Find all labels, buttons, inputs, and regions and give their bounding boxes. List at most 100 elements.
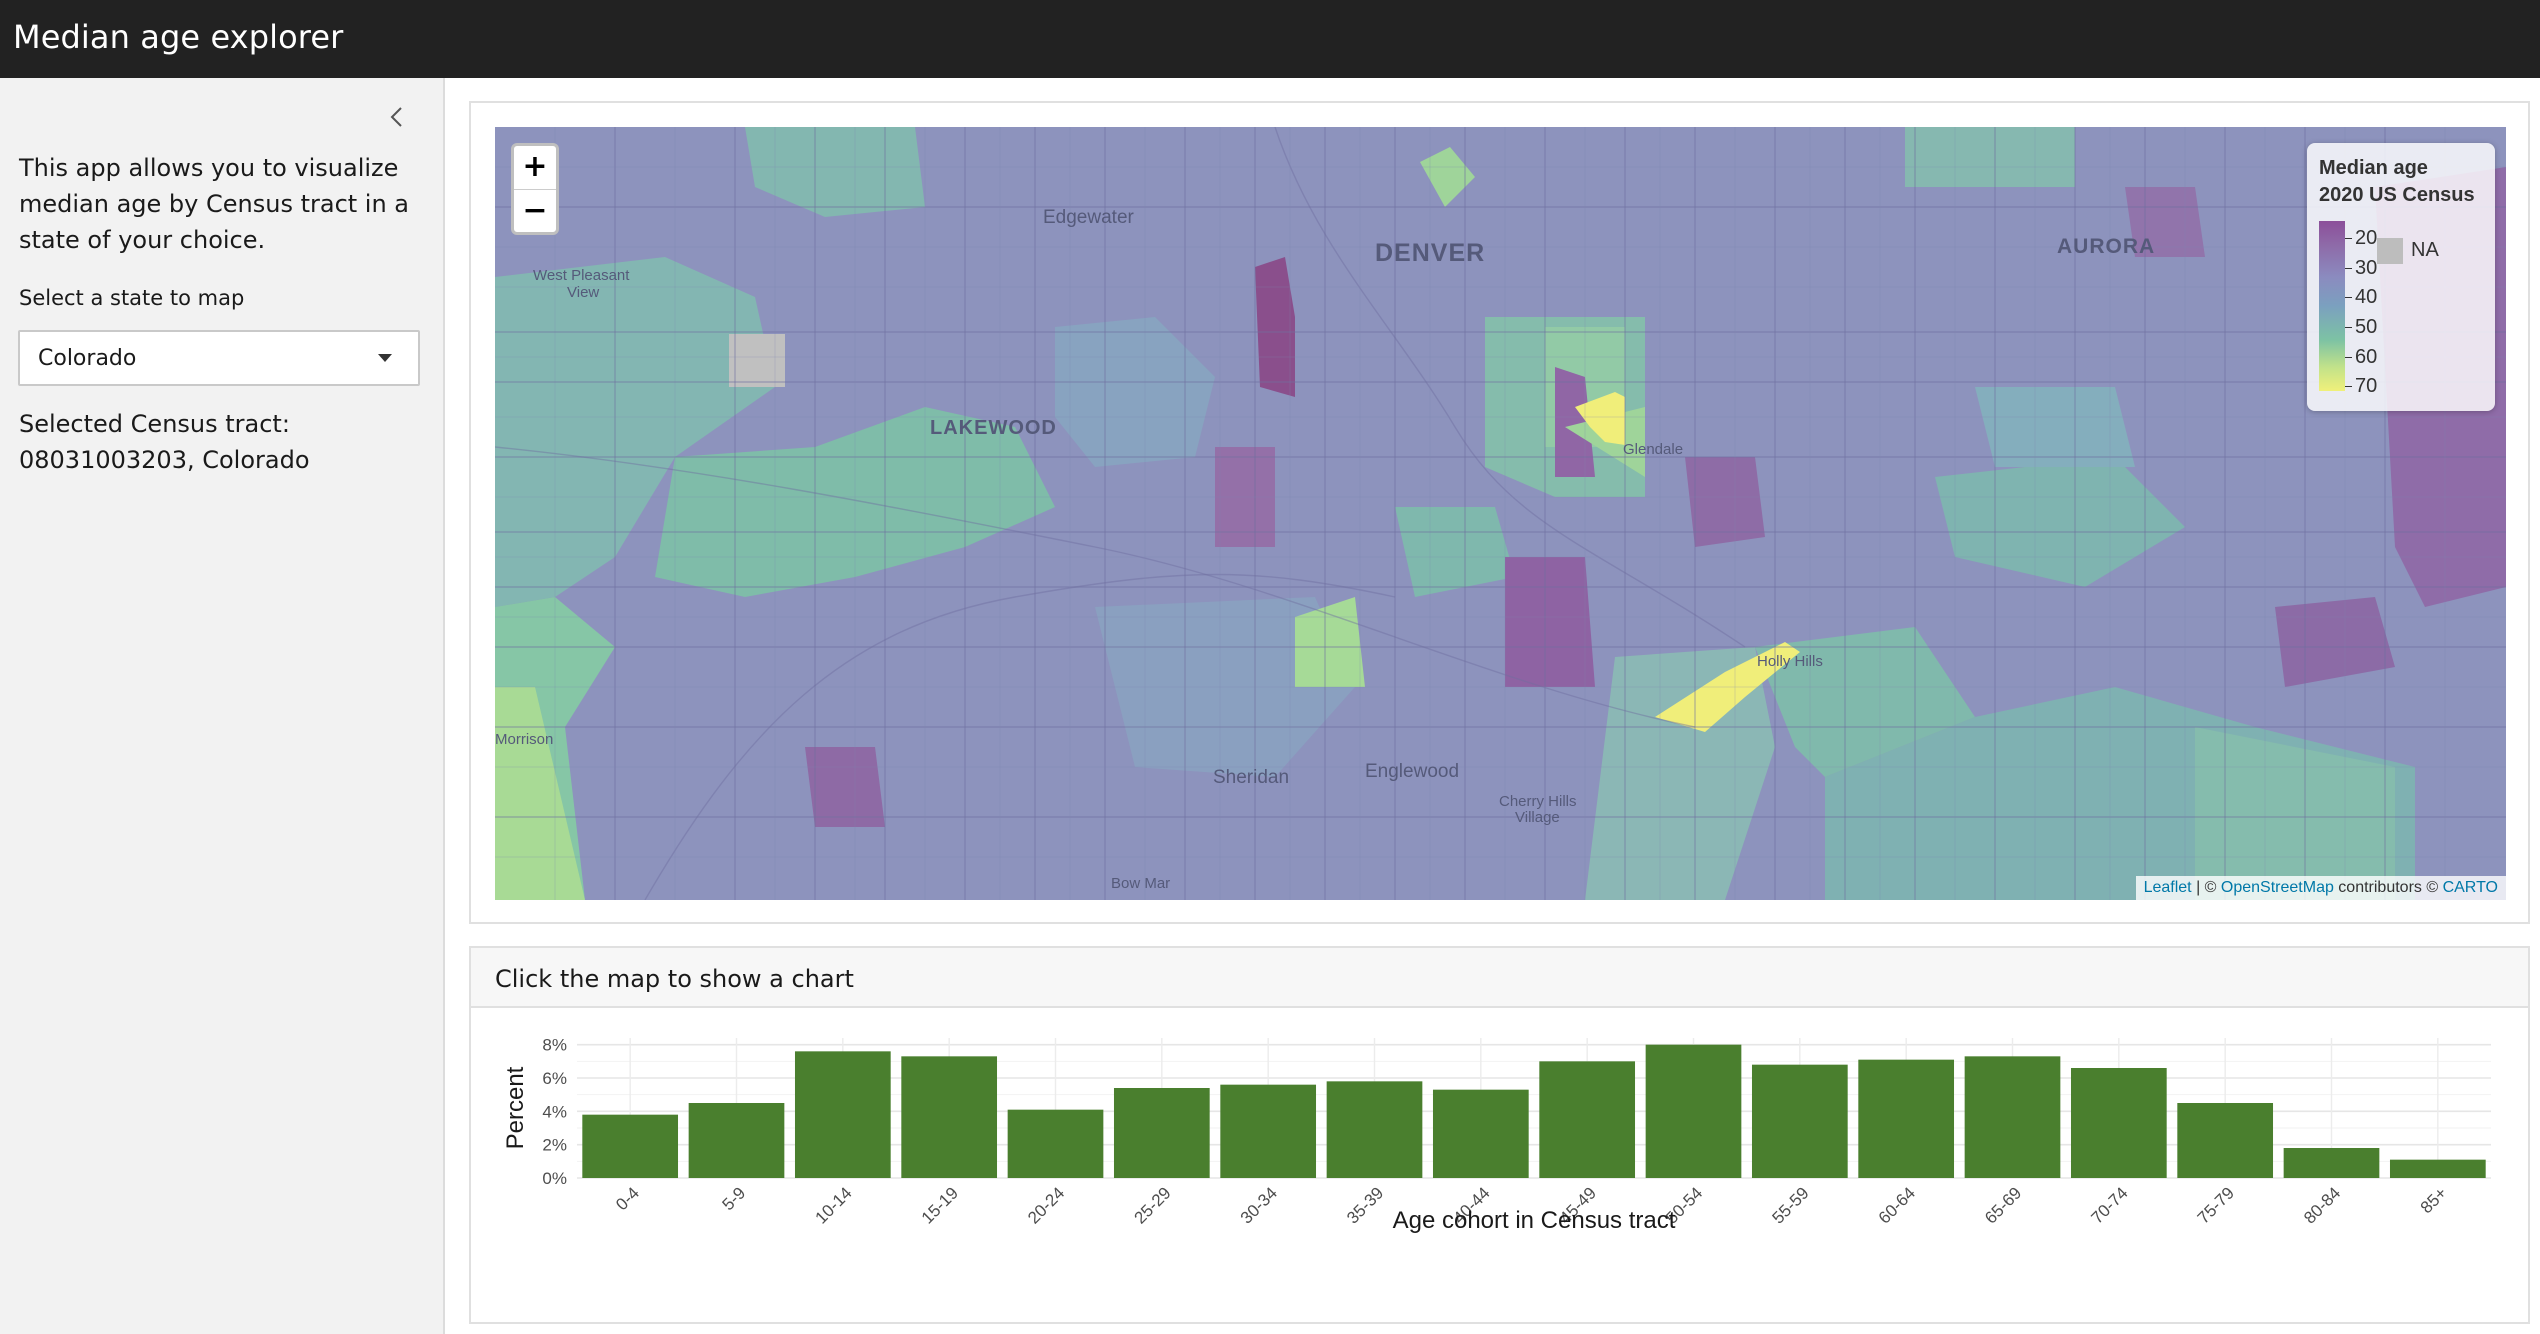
x-tick-label: 5-9 — [719, 1183, 750, 1214]
leaflet-link[interactable]: Leaflet — [2144, 879, 2192, 896]
bar — [688, 1103, 785, 1178]
legend-tick: 50 — [2345, 316, 2377, 338]
bar — [1751, 1064, 1848, 1178]
map-label-lakewood: LAKEWOOD — [930, 417, 1057, 439]
selected-tract: Selected Census tract: 08031003203, Colo… — [19, 406, 419, 478]
map-label-village: Village — [1515, 809, 1560, 826]
legend-title-line2: 2020 US Census — [2319, 184, 2475, 206]
bar — [1858, 1059, 1955, 1178]
x-tick-label: 75-79 — [2194, 1183, 2238, 1227]
legend-tick: 20 — [2345, 227, 2377, 249]
map-label-englewood: Englewood — [1365, 761, 1460, 782]
legend-tick: 30 — [2345, 257, 2377, 279]
age-cohort-bar-chart: 0% 2% 4% 6% 8% 0-4 5-9 10-14 15-19 20-24 25-29 30-3… — [502, 1036, 2491, 1234]
chart-card-header: Click the map to show a chart — [471, 948, 2528, 1008]
map-label-view: View — [567, 284, 600, 301]
selected-tract-value: 08031003203, Colorado — [19, 446, 310, 474]
bar — [582, 1114, 679, 1178]
map-label-west-pleasant: West Pleasant — [533, 267, 630, 284]
legend-tick-label: 20 — [2355, 227, 2378, 249]
bar — [2070, 1068, 2167, 1178]
bar — [1964, 1056, 2061, 1178]
map-region — [1905, 127, 2075, 187]
caret-down-icon — [378, 354, 392, 362]
bar — [2283, 1148, 2380, 1178]
navbar: Median age explorer — [0, 0, 2540, 78]
map-label-cherry-hills: Cherry Hills — [1499, 793, 1577, 810]
carto-link[interactable]: CARTO — [2443, 879, 2498, 896]
bar — [1220, 1084, 1317, 1178]
map-tiles[interactable] — [495, 127, 2506, 900]
legend-title-line1: Median age — [2319, 157, 2428, 179]
legend-na-swatch — [2377, 238, 2403, 264]
x-tick-label: 20-24 — [1024, 1183, 1068, 1227]
x-axis-title: Age cohort in Census tract — [1393, 1207, 1676, 1234]
sidebar-collapse-button[interactable] — [380, 100, 414, 134]
x-tick-label: 55-59 — [1768, 1183, 1812, 1227]
x-tick-label: 65-69 — [1981, 1183, 2025, 1227]
openstreetmap-link[interactable]: OpenStreetMap — [2221, 879, 2334, 896]
y-tick-label: 8% — [542, 1036, 567, 1055]
map-label-aurora: AURORA — [2057, 235, 2156, 258]
x-tick-label: 85+ — [2417, 1183, 2451, 1217]
bar — [794, 1051, 891, 1178]
legend-na-label: NA — [2411, 239, 2439, 261]
selected-tract-label: Selected Census tract: — [19, 410, 290, 438]
y-tick-label: 2% — [542, 1136, 567, 1155]
bar — [1113, 1088, 1210, 1178]
y-axis-title: Percent — [502, 1066, 529, 1149]
x-tick-label: 35-39 — [1343, 1183, 1387, 1227]
legend-tick: 40 — [2345, 286, 2377, 308]
legend-tick: 70 — [2345, 375, 2377, 397]
zoom-control: + − — [511, 143, 559, 235]
map-region — [1975, 387, 2135, 467]
map-card: Edgewater DENVER AURORA West Pleasant Vi… — [469, 101, 2530, 924]
sidebar: This app allows you to visualize median … — [0, 78, 445, 1334]
intro-text: This app allows you to visualize median … — [19, 154, 410, 254]
map-attribution: Leaflet | © OpenStreetMap contributors ©… — [2135, 876, 2506, 900]
zoom-in-button[interactable]: + — [514, 146, 556, 189]
bar — [1326, 1081, 1423, 1178]
legend-tick: 60 — [2345, 346, 2377, 368]
map-label-edgewater: Edgewater — [1043, 207, 1134, 228]
x-tick-label: 15-19 — [918, 1183, 962, 1227]
x-tick-label: 30-34 — [1237, 1183, 1281, 1227]
bar — [1539, 1061, 1636, 1178]
bar — [1007, 1109, 1104, 1178]
legend-tick-label: 50 — [2355, 316, 2378, 338]
state-select-value: Colorado — [38, 346, 137, 371]
map-label-holly-hills: Holly Hills — [1757, 653, 1823, 670]
state-select-label: Select a state to map — [19, 286, 245, 310]
map-region — [1685, 457, 1765, 547]
zoom-out-button[interactable]: − — [514, 189, 556, 232]
x-tick-label: 0-4 — [612, 1183, 643, 1214]
app-title: Median age explorer — [13, 18, 344, 56]
x-tick-label: 60-64 — [1875, 1183, 1919, 1227]
map-label-sheridan: Sheridan — [1213, 767, 1290, 788]
bar — [2389, 1159, 2486, 1178]
legend-tick-label: 30 — [2355, 257, 2378, 279]
choropleth-map[interactable]: Edgewater DENVER AURORA West Pleasant Vi… — [495, 127, 2506, 900]
legend-color-ramp — [2319, 221, 2345, 391]
chart-card: Click the map to show a chart 0% 2% 4% 6% 8%… — [469, 946, 2530, 1324]
y-tick-label: 6% — [542, 1069, 567, 1088]
map-label-bow-mar: Bow Mar — [1111, 875, 1171, 892]
bar — [1645, 1044, 1742, 1178]
chevron-left-icon — [390, 107, 402, 127]
map-region — [1505, 557, 1595, 687]
map-legend: Median age 2020 US Census 20 30 40 50 60… — [2307, 143, 2495, 411]
legend-title: Median age 2020 US Census — [2319, 155, 2475, 209]
legend-tick-label: 60 — [2355, 346, 2378, 368]
chart-card-header-text: Click the map to show a chart — [495, 965, 854, 993]
x-tick-label: 25-29 — [1130, 1183, 1174, 1227]
bar — [2177, 1103, 2274, 1178]
state-select[interactable]: Colorado — [18, 330, 420, 386]
map-label-denver: DENVER — [1375, 239, 1486, 267]
map-label-morrison: Morrison — [495, 731, 554, 748]
y-tick-label: 4% — [542, 1102, 567, 1121]
tract-na — [729, 334, 785, 387]
map-region — [805, 747, 885, 827]
attribution-sep: | © — [2191, 879, 2221, 896]
map-label-glendale: Glendale — [1623, 441, 1684, 458]
bar — [1432, 1089, 1529, 1178]
